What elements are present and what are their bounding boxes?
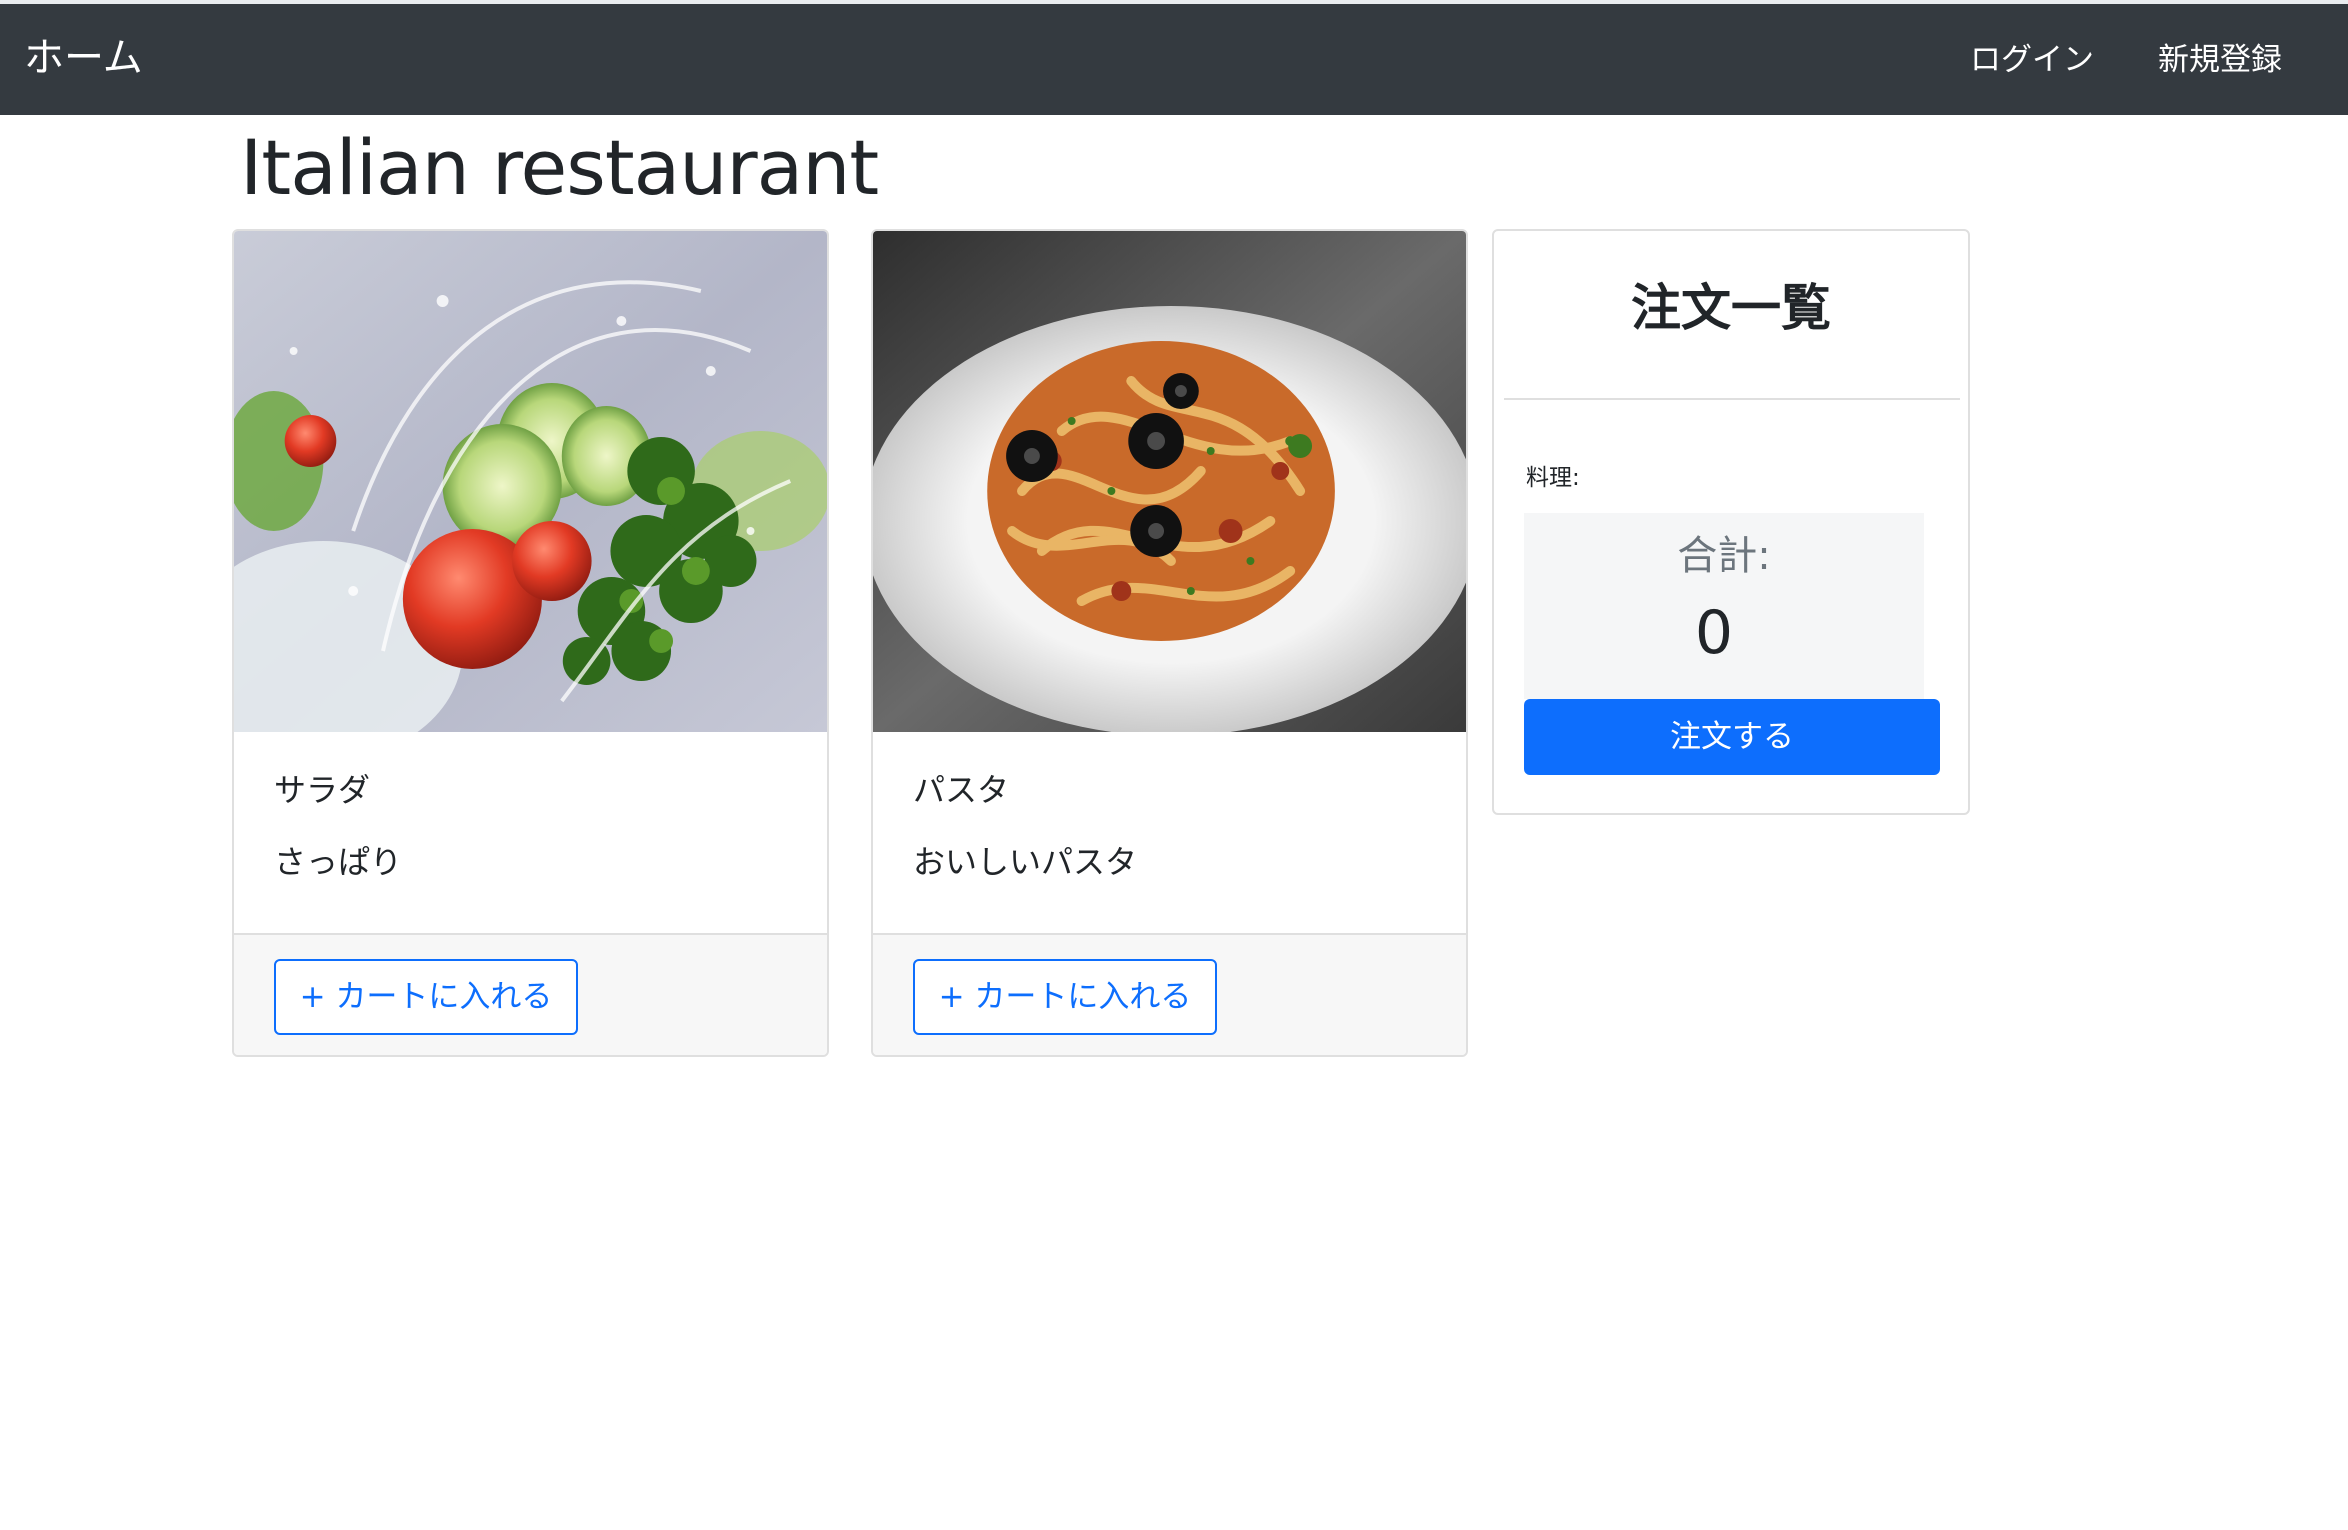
dish-label: 料理: — [1526, 465, 1580, 491]
order-summary-panel: 注文一覧 料理: 合計: 0 注文する — [1492, 229, 1970, 815]
menu-card-salad: サラダ さっぱり + カートに入れる — [232, 229, 829, 1057]
card-footer: + カートに入れる — [873, 933, 1466, 1055]
menu-item-name: パスタ — [913, 771, 1010, 809]
menu-item-description: おいしいパスタ — [913, 843, 1138, 881]
total-value: 0 — [1694, 598, 1734, 668]
navbar: ホーム ログイン 新規登録 — [0, 4, 2348, 115]
total-box: 合計: 0 — [1524, 513, 1924, 699]
login-link[interactable]: ログイン — [1970, 40, 2094, 80]
salad-image — [234, 231, 827, 732]
menu-card-pasta: パスタ おいしいパスタ + カートに入れる — [871, 229, 1468, 1057]
add-to-cart-button[interactable]: + カートに入れる — [274, 959, 578, 1035]
add-to-cart-button[interactable]: + カートに入れる — [913, 959, 1217, 1035]
menu-item-name: サラダ — [274, 771, 371, 809]
order-summary-title: 注文一覧 — [1631, 279, 1831, 337]
home-link[interactable]: ホーム — [24, 34, 143, 82]
total-label: 合計: — [1677, 533, 1771, 579]
register-link[interactable]: 新規登録 — [2158, 40, 2282, 80]
place-order-button[interactable]: 注文する — [1524, 699, 1940, 775]
menu-item-description: さっぱり — [274, 843, 403, 881]
page-title: Italian restaurant — [240, 123, 879, 212]
pasta-image — [873, 231, 1466, 732]
card-footer: + カートに入れる — [234, 933, 827, 1055]
divider — [1504, 398, 1960, 400]
